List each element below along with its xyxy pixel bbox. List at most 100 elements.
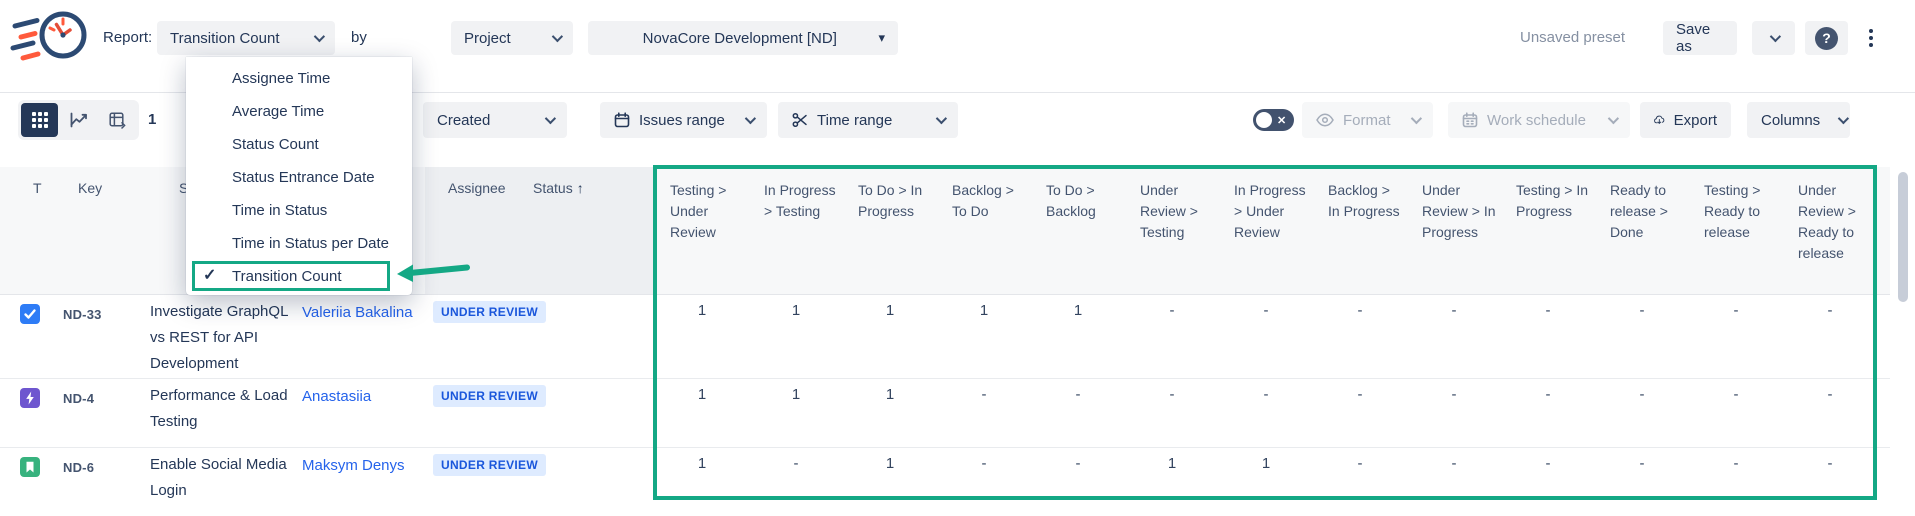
vertical-scrollbar[interactable] <box>1898 172 1908 302</box>
toggle-knob <box>1256 112 1272 128</box>
menu-item-time-in-status-per-date[interactable]: Time in Status per Date <box>186 227 412 260</box>
menu-item-average-time[interactable]: Average Time <box>186 95 412 128</box>
transition-column-header[interactable]: Testing > In Progress <box>1501 180 1595 222</box>
transition-count-value: 1 <box>843 386 937 403</box>
chevron-down-icon <box>1411 113 1422 124</box>
view-pivot-button[interactable] <box>99 103 136 137</box>
transition-count-value: - <box>749 455 843 472</box>
transition-count-value: 1 <box>843 302 937 319</box>
view-grid-button[interactable] <box>21 103 58 137</box>
column-header-type[interactable]: T <box>33 180 42 196</box>
save-as-chevron-button[interactable] <box>1752 21 1795 55</box>
grid-icon <box>32 112 48 128</box>
transition-column-header[interactable]: Ready to release > Done <box>1595 180 1689 243</box>
menu-item-status-entrance-date[interactable]: Status Entrance Date <box>186 161 412 194</box>
issue-count: 1 <box>148 111 156 128</box>
chevron-down-icon <box>314 31 325 42</box>
report-type-dropdown[interactable]: Transition Count <box>157 21 335 55</box>
transition-column-header[interactable]: Testing > Ready to release <box>1689 180 1783 243</box>
report-menu: Assignee Time Average Time Status Count … <box>186 57 412 295</box>
transition-count-value: - <box>1501 455 1595 472</box>
report-label: Report: <box>103 29 152 46</box>
chevron-down-icon <box>745 113 756 124</box>
scissors-icon <box>792 112 808 128</box>
transition-count-value: 1 <box>1031 302 1125 319</box>
pivot-table-icon <box>109 112 126 129</box>
column-header-assignee[interactable]: Assignee <box>448 180 506 196</box>
issue-key: ND-6 <box>63 460 94 475</box>
transition-count-value: - <box>1689 386 1783 403</box>
transition-column-header[interactable]: In Progress > Under Review <box>1219 180 1313 243</box>
project-dropdown[interactable]: NovaCore Development [ND] ▾ <box>588 21 898 55</box>
help-button[interactable]: ? <box>1805 21 1848 55</box>
transition-count-value: - <box>1501 386 1595 403</box>
sort-ascending-icon: ↑ <box>577 180 584 196</box>
transition-column-header[interactable]: Under Review > In Progress <box>1407 180 1501 243</box>
transition-count-value: 1 <box>1219 455 1313 472</box>
transition-count-value: - <box>1125 386 1219 403</box>
transition-count-value: - <box>1501 302 1595 319</box>
transition-count-value: - <box>1407 302 1501 319</box>
transition-count-value: - <box>1783 386 1877 403</box>
menu-item-assignee-time[interactable]: Assignee Time <box>186 62 412 95</box>
assignee-link[interactable]: Maksym Denys <box>302 457 405 474</box>
caret-down-icon: ▾ <box>878 30 885 46</box>
transition-count-value: 1 <box>655 455 749 472</box>
by-label: by <box>351 29 367 46</box>
chevron-down-icon <box>1608 113 1619 124</box>
export-button[interactable]: Export <box>1640 102 1731 138</box>
transition-column-header[interactable]: Backlog > To Do <box>937 180 1031 222</box>
toggle-x-icon: ✕ <box>1277 114 1286 127</box>
visibility-toggle[interactable]: ✕ <box>1253 109 1294 131</box>
save-as-button[interactable]: Save as <box>1663 21 1737 55</box>
transition-count-value: - <box>1313 386 1407 403</box>
transition-count-value: - <box>937 455 1031 472</box>
transition-count-value: - <box>937 386 1031 403</box>
cloud-export-icon <box>1654 112 1665 128</box>
column-header-key[interactable]: Key <box>78 180 102 196</box>
view-chart-button[interactable] <box>60 103 97 137</box>
checkmark-icon: ✓ <box>203 265 216 285</box>
chevron-down-icon <box>1838 113 1849 124</box>
transition-column-header[interactable]: Under Review > Testing <box>1125 180 1219 243</box>
preset-status: Unsaved preset <box>1520 29 1625 46</box>
bolt-icon <box>20 388 40 408</box>
group-by-dropdown[interactable]: Project <box>451 21 573 55</box>
transition-count-value: - <box>1031 386 1125 403</box>
menu-item-transition-count[interactable]: ✓ Transition Count <box>186 260 412 293</box>
transition-count-value: - <box>1031 455 1125 472</box>
menu-item-status-count[interactable]: Status Count <box>186 128 412 161</box>
transition-count-value: - <box>1219 302 1313 319</box>
assignee-link[interactable]: Valeriia Bakalina <box>302 304 413 321</box>
transition-column-header[interactable]: Under Review > Ready to release <box>1783 180 1877 264</box>
transition-column-header[interactable]: Testing > Under Review <box>655 180 749 243</box>
chevron-down-icon <box>936 113 947 124</box>
status-badge: UNDER REVIEW <box>433 301 546 323</box>
transition-column-header[interactable]: To Do > In Progress <box>843 180 937 222</box>
issues-range-dropdown[interactable]: Issues range <box>600 102 767 138</box>
chevron-down-icon <box>545 113 556 124</box>
calendar-icon <box>614 112 630 128</box>
transition-column-header[interactable]: In Progress > Testing <box>749 180 843 222</box>
issue-summary: Investigate GraphQL vs REST for API Deve… <box>150 299 302 377</box>
transition-count-value: - <box>1125 302 1219 319</box>
app-logo <box>10 7 92 68</box>
columns-dropdown[interactable]: Columns <box>1747 102 1850 138</box>
status-badge: UNDER REVIEW <box>433 454 546 476</box>
column-header-status[interactable]: Status↑ <box>533 180 584 196</box>
transition-count-value: - <box>1407 455 1501 472</box>
app-window: T Key Summary Assignee Status↑ Testing >… <box>0 0 1915 516</box>
transition-column-header[interactable]: Backlog > In Progress <box>1313 180 1407 222</box>
transition-count-value: - <box>1783 302 1877 319</box>
time-range-dropdown[interactable]: Time range <box>778 102 958 138</box>
menu-item-time-in-status[interactable]: Time in Status <box>186 194 412 227</box>
transition-count-value: - <box>1595 455 1689 472</box>
format-dropdown: Format <box>1302 102 1433 138</box>
transition-column-header[interactable]: To Do > Backlog <box>1031 180 1125 222</box>
view-switcher <box>18 100 139 140</box>
created-dropdown[interactable]: Created <box>423 102 567 138</box>
more-actions-button[interactable] <box>1855 21 1887 55</box>
kebab-icon <box>1869 29 1873 47</box>
assignee-link[interactable]: Anastasiia <box>302 388 371 405</box>
story-bookmark-icon <box>20 457 40 477</box>
